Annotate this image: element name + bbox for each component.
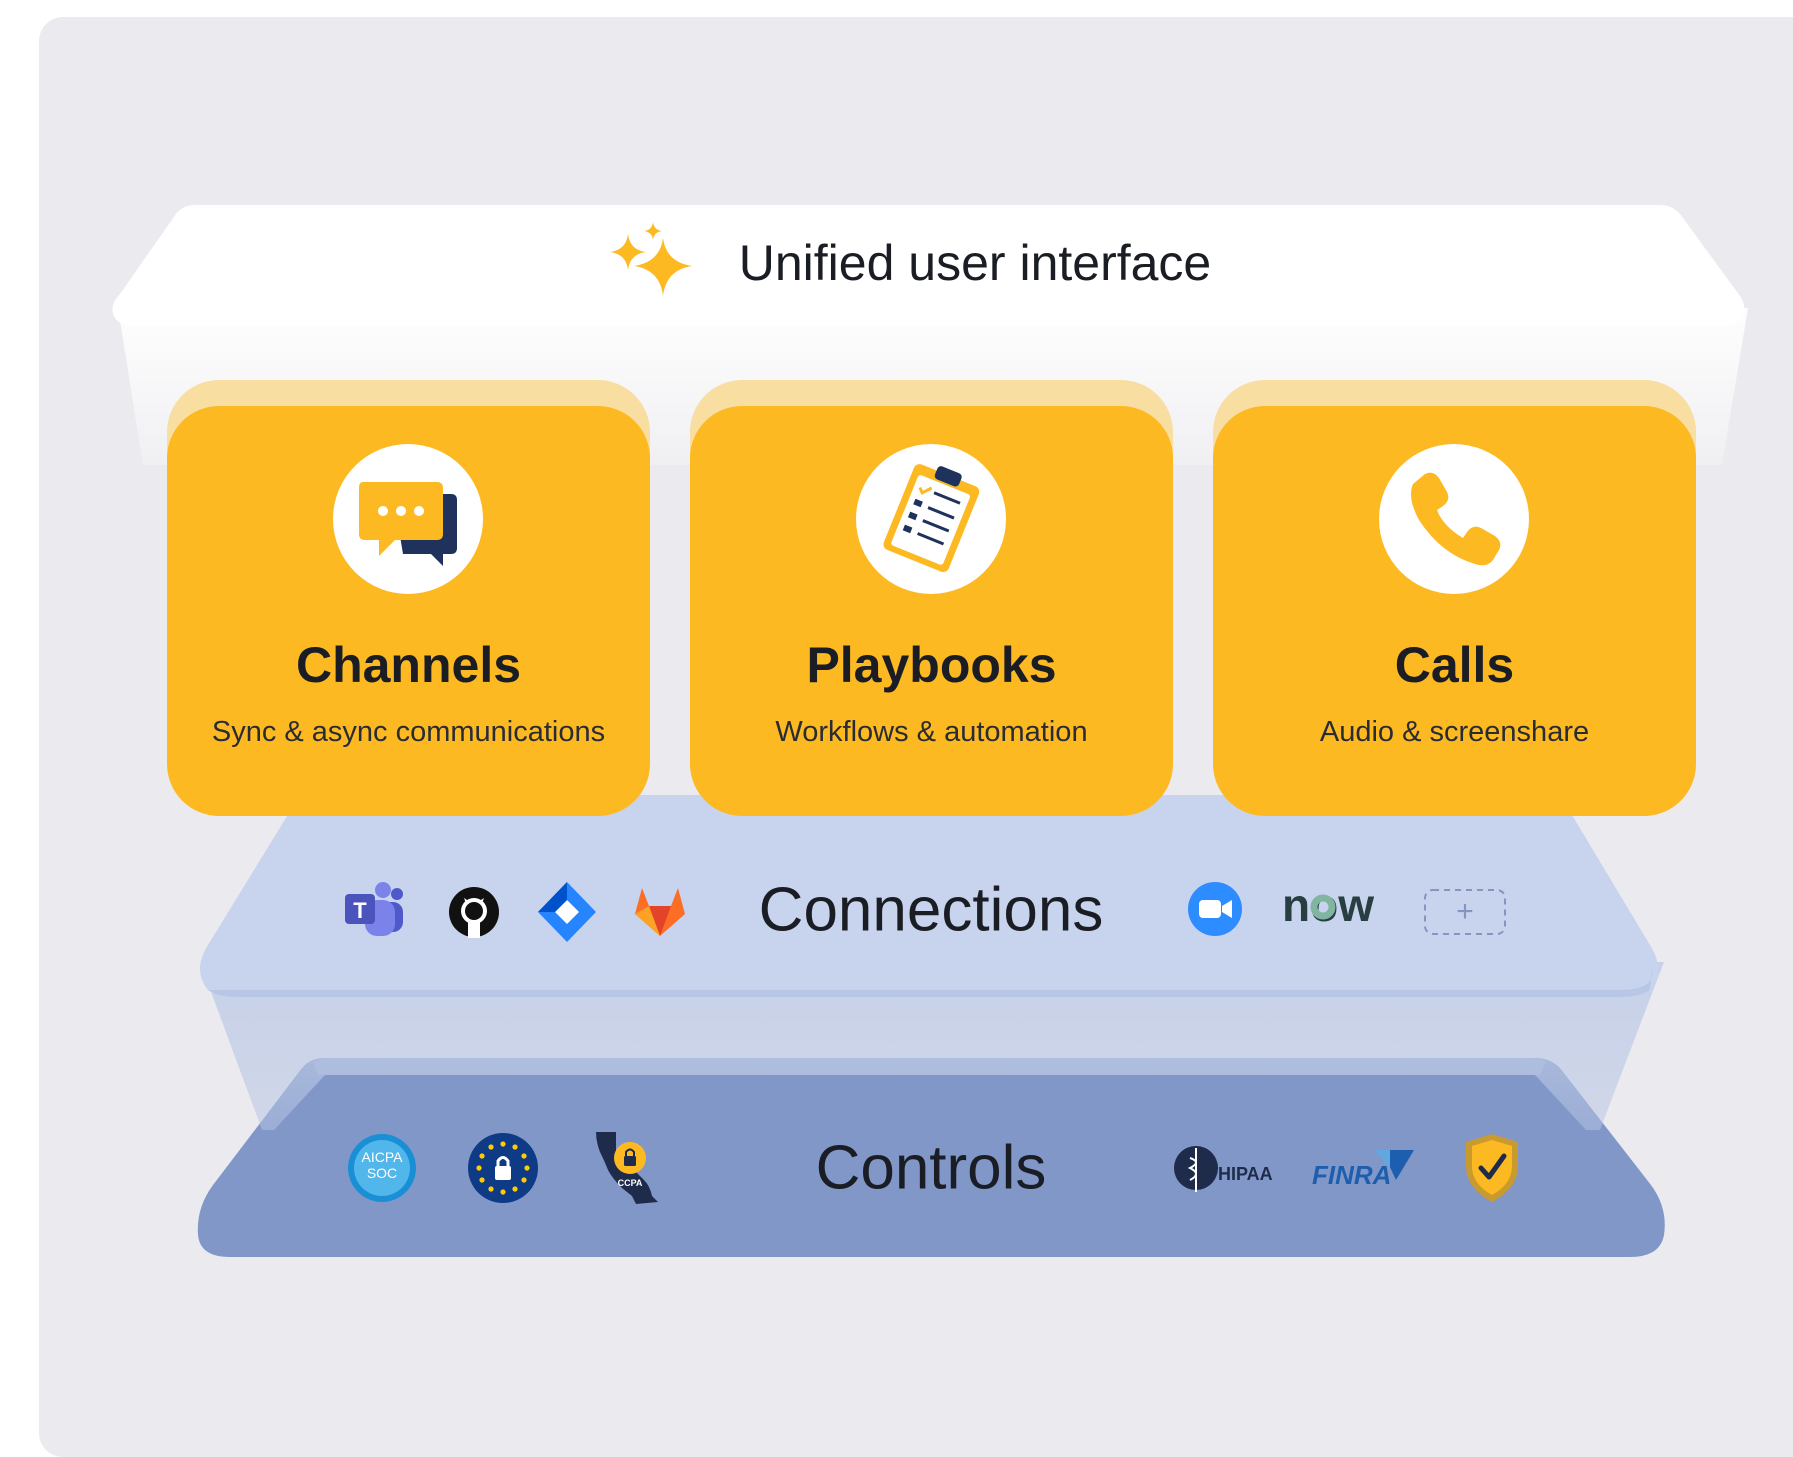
connections-title: Connections xyxy=(758,875,1104,945)
add-connection-icon[interactable]: + xyxy=(1423,888,1507,936)
servicenow-icon: now xyxy=(1282,885,1374,929)
zoom-icon xyxy=(1188,882,1242,936)
clipboard-checklist-icon xyxy=(883,464,980,573)
svg-text:FINRA: FINRA xyxy=(1312,1160,1391,1190)
finra-badge-icon: FINRA xyxy=(1312,1150,1414,1190)
channels-icon-circle xyxy=(333,444,483,594)
calls-icon-circle xyxy=(1379,444,1529,594)
playbooks-title: Playbooks xyxy=(806,637,1057,693)
jira-icon xyxy=(538,882,596,942)
svg-text:HIPAA: HIPAA xyxy=(1218,1164,1272,1184)
gitlab-icon xyxy=(635,888,685,936)
playbooks-subtitle: Workflows & automation xyxy=(775,716,1088,748)
playbooks-icon-circle xyxy=(856,444,1006,594)
channels-title: Channels xyxy=(295,637,522,693)
playbooks-card[interactable]: Playbooks Workflows & automation xyxy=(690,406,1173,816)
microsoft-teams-icon: T xyxy=(345,882,403,936)
chat-bubbles-icon xyxy=(359,482,457,566)
svg-text:AICPA: AICPA xyxy=(362,1149,404,1165)
sparkle-icon xyxy=(610,222,692,296)
controls-title: Controls xyxy=(815,1133,1047,1203)
channels-subtitle: Sync & async communications xyxy=(211,716,606,748)
svg-text:now: now xyxy=(1282,885,1374,929)
security-shield-icon xyxy=(1466,1134,1518,1202)
hipaa-badge-icon: HIPAA xyxy=(1174,1146,1272,1192)
svg-text:SOC: SOC xyxy=(367,1165,397,1181)
calls-card[interactable]: Calls Audio & screenshare xyxy=(1213,406,1696,816)
channels-card[interactable]: Channels Sync & async communications xyxy=(167,406,650,816)
aicpa-soc-badge-icon: AICPA SOC xyxy=(348,1134,416,1202)
github-icon xyxy=(449,887,499,938)
svg-text:CCPA: CCPA xyxy=(618,1178,643,1188)
calls-subtitle: Audio & screenshare xyxy=(1319,716,1590,748)
phone-icon xyxy=(1411,472,1501,566)
svg-text:T: T xyxy=(353,898,367,923)
ccpa-badge-icon: CCPA xyxy=(596,1132,658,1204)
unified-ui-title: Unified user interface xyxy=(738,235,1212,291)
svg-text:+: + xyxy=(1456,895,1474,928)
gdpr-eu-badge-icon xyxy=(468,1133,538,1203)
calls-title: Calls xyxy=(1394,637,1515,693)
